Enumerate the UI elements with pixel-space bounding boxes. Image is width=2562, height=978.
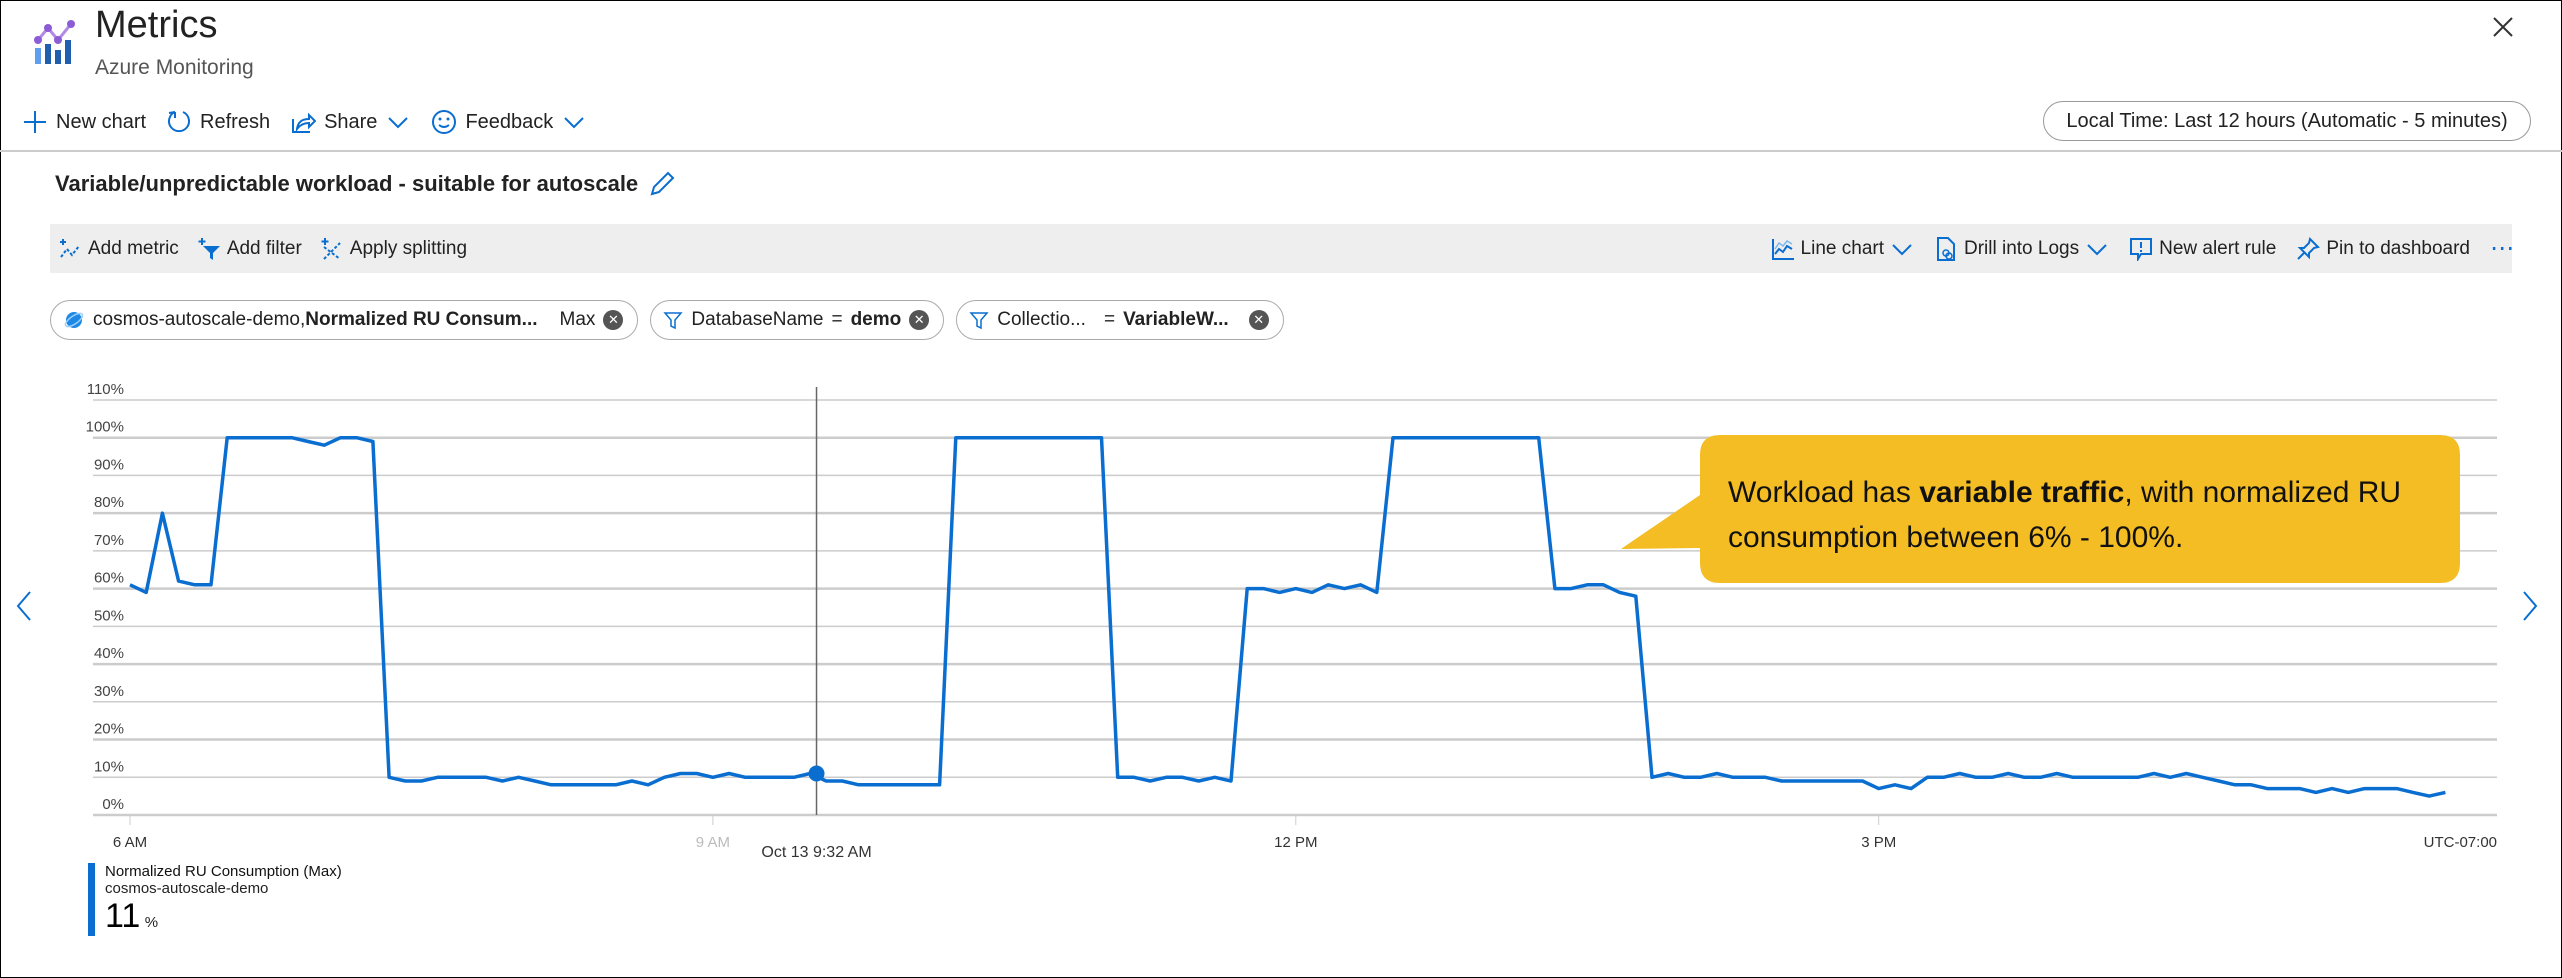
y-tick-label: 70% [94,532,124,549]
legend-value: 11 [105,897,141,935]
x-tick-label: 12 PM [1274,834,1317,851]
cursor-point [808,765,825,782]
y-tick-label: 30% [94,683,124,700]
callout-text-pre: Workload has [1728,476,1920,509]
y-tick-label: 100% [86,419,124,436]
y-tick-label: 80% [94,494,124,511]
y-tick-label: 20% [94,721,124,738]
y-tick-label: 60% [94,570,124,587]
legend-color-bar [88,863,95,936]
y-tick-label: 50% [94,607,124,624]
timezone-label: UTC-07:00 [2424,834,2497,851]
x-tick-label: 3 PM [1861,834,1896,851]
x-tick-label: 6 AM [113,834,147,851]
legend-metric: Normalized RU Consumption (Max) [105,863,342,880]
callout-text-bold: variable traffic [1919,476,2125,509]
legend-resource: cosmos-autoscale-demo [105,880,269,897]
y-tick-label: 110% [87,381,124,398]
x-tick-label: 9 AM [696,834,730,851]
callout-text: Workload has variable traffic, with norm… [1728,470,2448,560]
y-tick-label: 0% [102,796,124,813]
cursor-time-label: Oct 13 9:32 AM [761,844,871,861]
y-tick-label: 40% [94,645,124,662]
legend-unit: % [144,914,159,931]
y-tick-label: 10% [94,758,124,775]
legend[interactable]: Normalized RU Consumption (Max) cosmos-a… [88,863,342,936]
y-tick-label: 90% [94,456,124,473]
